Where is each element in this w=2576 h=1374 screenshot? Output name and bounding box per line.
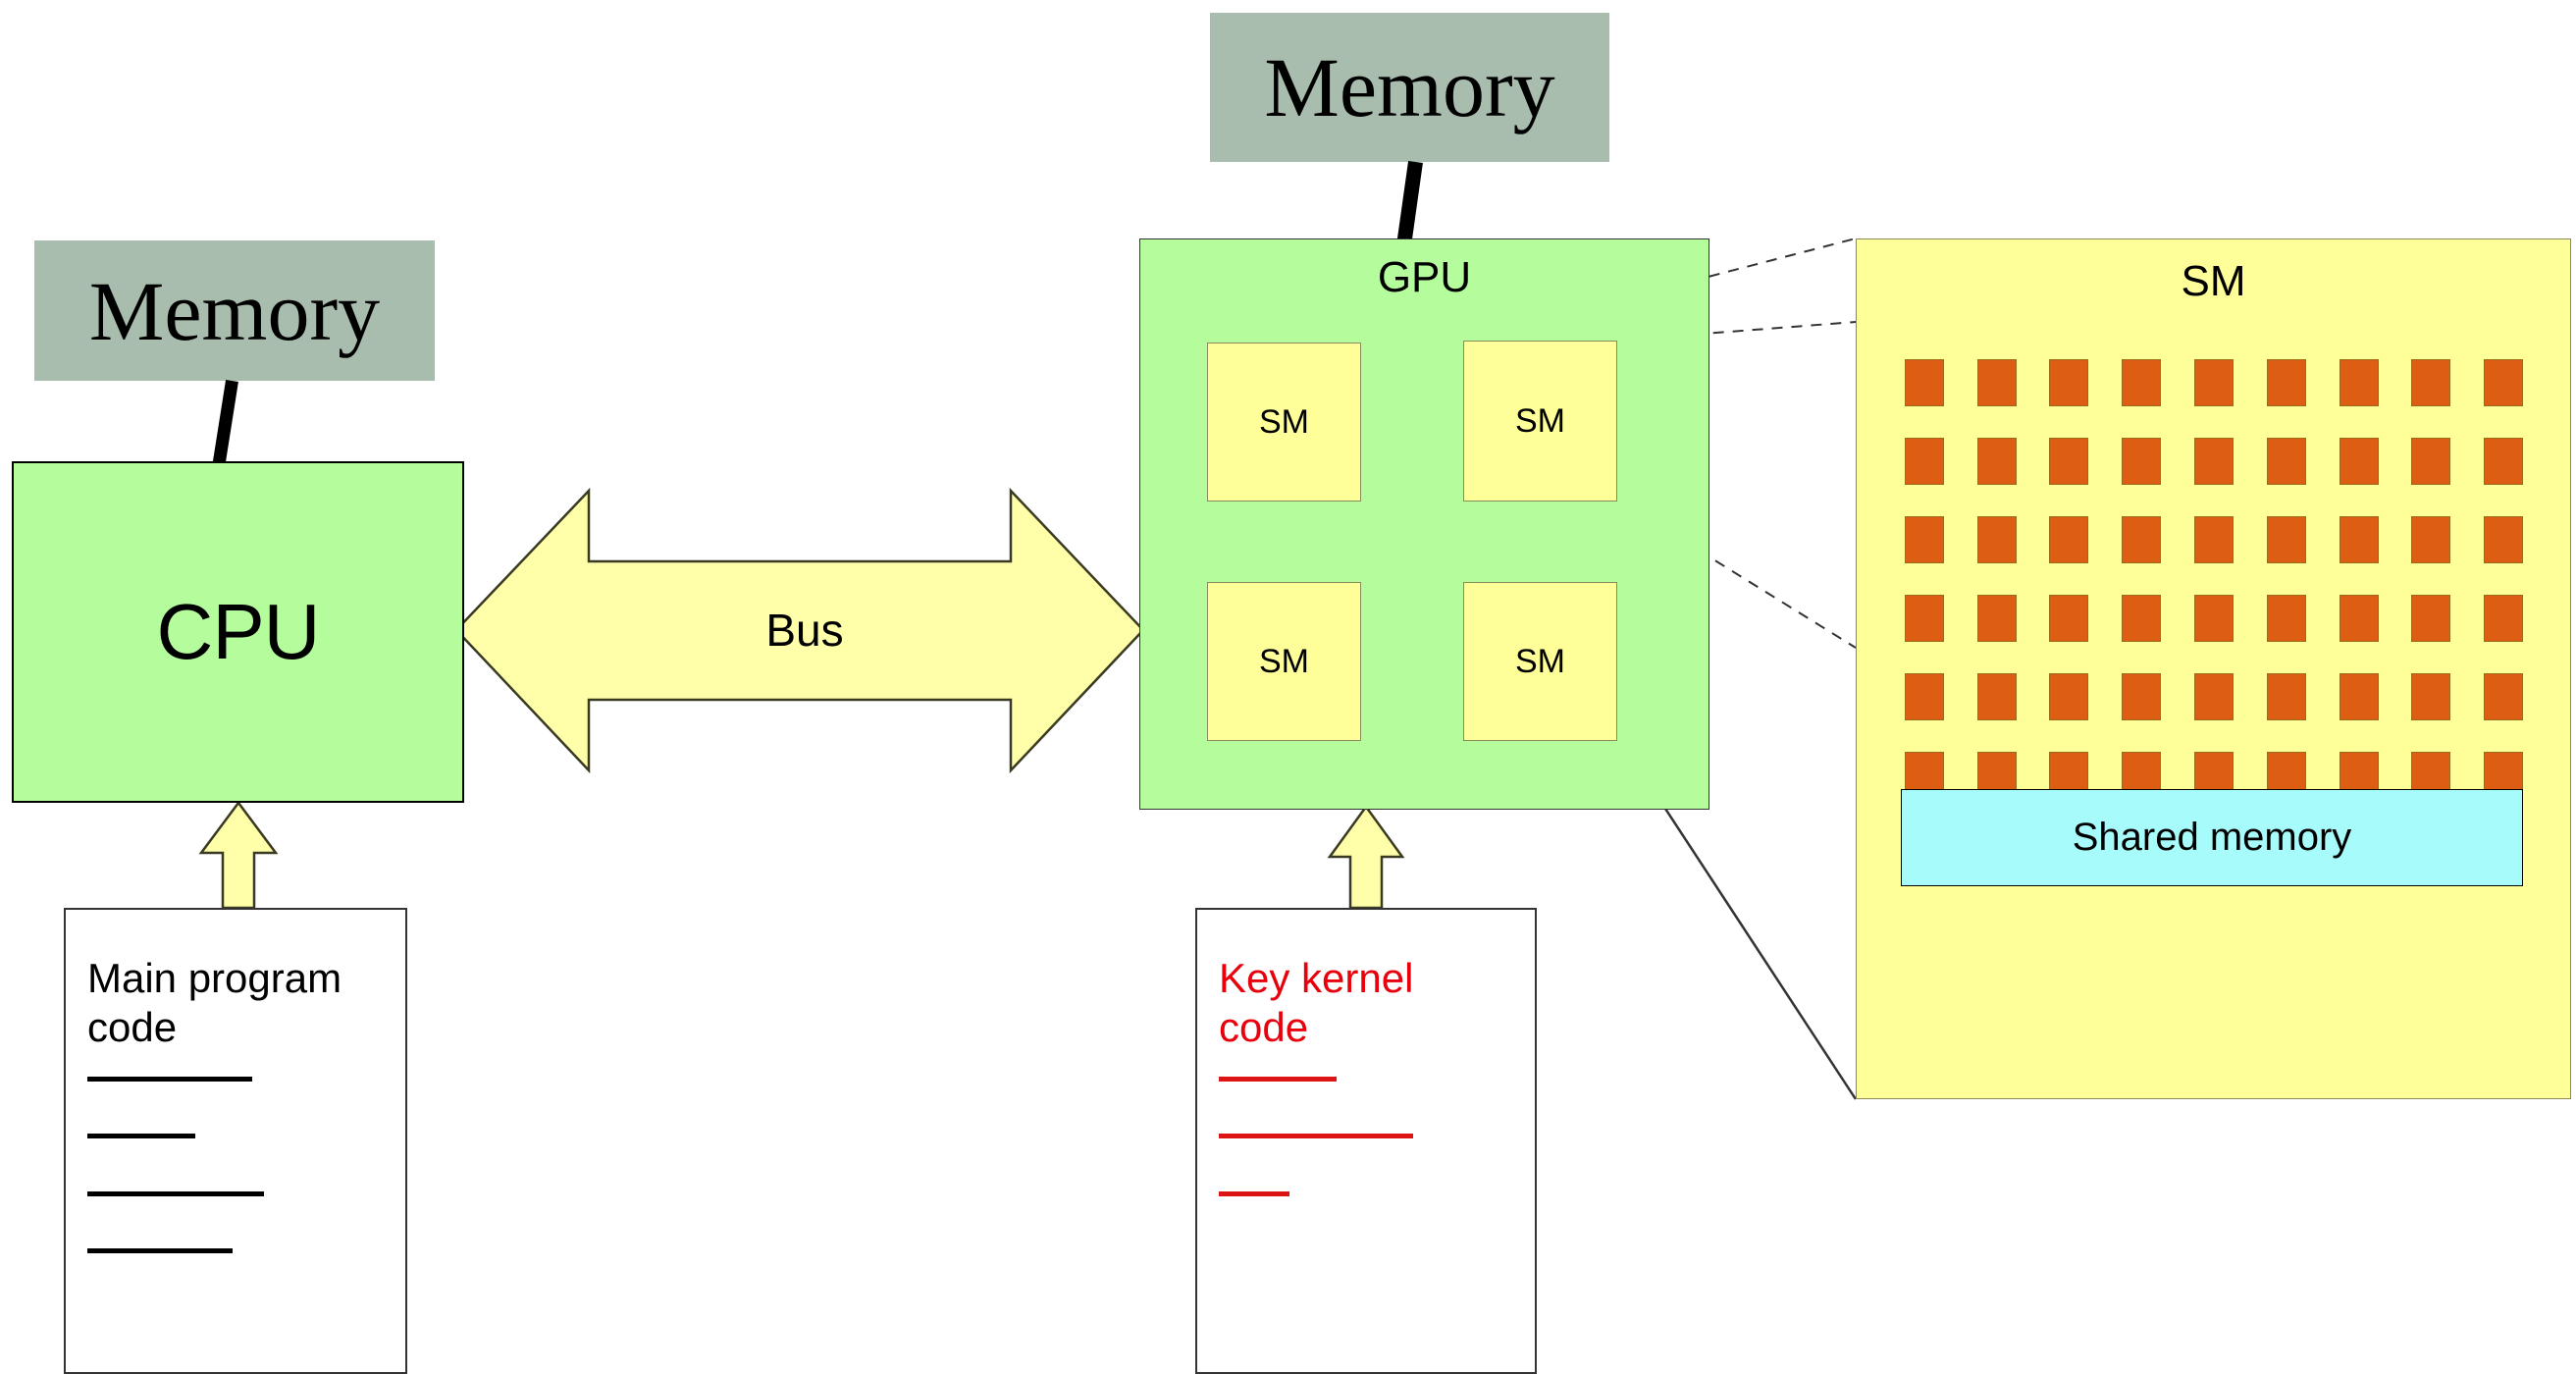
code-line <box>87 1077 252 1082</box>
key-kernel-code-note: Key kernel code <box>1195 908 1537 1374</box>
sm-core <box>2484 516 2524 563</box>
sm-core <box>2266 595 2306 642</box>
gpu-sm-tile-4: SM <box>1463 582 1617 741</box>
sm-core <box>1976 516 2017 563</box>
cpu-block: CPU <box>12 461 464 803</box>
sm-core <box>1904 516 1944 563</box>
sm-core <box>2122 516 2162 563</box>
sm-core <box>2411 359 2451 406</box>
sm-core <box>1976 595 2017 642</box>
diagram-canvas: Memory CPU Bus Memory GPU SM SM SM SM SM… <box>0 0 2576 1374</box>
sm-core <box>2049 516 2089 563</box>
gpu-label: GPU <box>1377 253 1472 301</box>
sm-core <box>2339 359 2379 406</box>
sm-core <box>1976 438 2017 485</box>
sm-core <box>2266 359 2306 406</box>
sm-core <box>2266 673 2306 720</box>
key-kernel-code-title-line1: Key kernel <box>1219 955 1414 1001</box>
gpu-sm-tile-1-label: SM <box>1259 402 1309 441</box>
sm-core <box>1976 359 2017 406</box>
sm-core <box>2484 673 2524 720</box>
sm-core <box>1904 359 1944 406</box>
code-line <box>1219 1191 1289 1196</box>
sm-core <box>2411 673 2451 720</box>
sm-core <box>2266 516 2306 563</box>
sm-core-grid <box>1900 359 2528 799</box>
sm-detail-label: SM <box>2181 257 2246 305</box>
main-program-code-title-line2: code <box>87 1003 178 1050</box>
sm-core <box>2339 438 2379 485</box>
gpu-memory-label: Memory <box>1264 40 1555 134</box>
sm-core <box>1904 595 1944 642</box>
sm-core <box>2484 359 2524 406</box>
key-kernel-code-title-line2: code <box>1219 1003 1309 1050</box>
sm-core <box>2193 438 2234 485</box>
sm-core <box>1976 673 2017 720</box>
cpu-memory-connector <box>212 379 238 463</box>
bus-label: Bus <box>765 605 844 656</box>
cpu-memory-block: Memory <box>34 240 435 381</box>
sm-core <box>2484 438 2524 485</box>
sm-core <box>2484 595 2524 642</box>
gpu-sm-tile-3: SM <box>1207 582 1361 741</box>
sm-core <box>1904 438 1944 485</box>
code-line <box>87 1191 264 1196</box>
gpu-sm-tile-1: SM <box>1207 343 1361 502</box>
code-line <box>87 1134 195 1138</box>
sm-core <box>2339 673 2379 720</box>
sm-core <box>2411 595 2451 642</box>
code-line <box>1219 1077 1337 1082</box>
main-code-arrow <box>198 800 279 910</box>
sm-core <box>2049 438 2089 485</box>
sm-core <box>2122 673 2162 720</box>
gpu-sm-tile-2-label: SM <box>1515 401 1565 440</box>
gpu-sm-tile-3-label: SM <box>1259 642 1309 680</box>
sm-core <box>2266 438 2306 485</box>
shared-memory-block: Shared memory <box>1901 789 2523 886</box>
gpu-sm-tile-2: SM <box>1463 341 1617 502</box>
main-program-code-title-line1: Main program <box>87 955 342 1001</box>
code-line <box>1219 1134 1413 1138</box>
sm-core <box>2193 516 2234 563</box>
shared-memory-label: Shared memory <box>2072 816 2352 859</box>
sm-core <box>2122 595 2162 642</box>
gpu-block: GPU SM SM SM SM <box>1139 238 1709 810</box>
main-program-code-note: Main program code <box>64 908 407 1374</box>
main-program-code-title: Main program code <box>87 954 382 1051</box>
sm-core <box>2049 595 2089 642</box>
cpu-label: CPU <box>156 588 321 675</box>
sm-core <box>2411 516 2451 563</box>
key-kernel-code-title: Key kernel code <box>1219 954 1513 1051</box>
sm-core <box>2411 438 2451 485</box>
gpu-memory-connector <box>1396 160 1423 241</box>
sm-core <box>2193 673 2234 720</box>
cpu-memory-label: Memory <box>88 263 381 358</box>
kernel-code-arrow <box>1327 804 1405 910</box>
sm-core <box>2122 438 2162 485</box>
sm-detail-panel: SM Shared memory <box>1856 238 2571 1099</box>
sm-core <box>2339 516 2379 563</box>
sm-core <box>2122 359 2162 406</box>
sm-core <box>2193 595 2234 642</box>
sm-core <box>2193 359 2234 406</box>
gpu-sm-tile-4-label: SM <box>1515 642 1565 680</box>
sm-core <box>2049 359 2089 406</box>
sm-core <box>2049 673 2089 720</box>
gpu-memory-block: Memory <box>1210 13 1609 162</box>
sm-core <box>1904 673 1944 720</box>
sm-core <box>2339 595 2379 642</box>
code-line <box>87 1248 233 1253</box>
